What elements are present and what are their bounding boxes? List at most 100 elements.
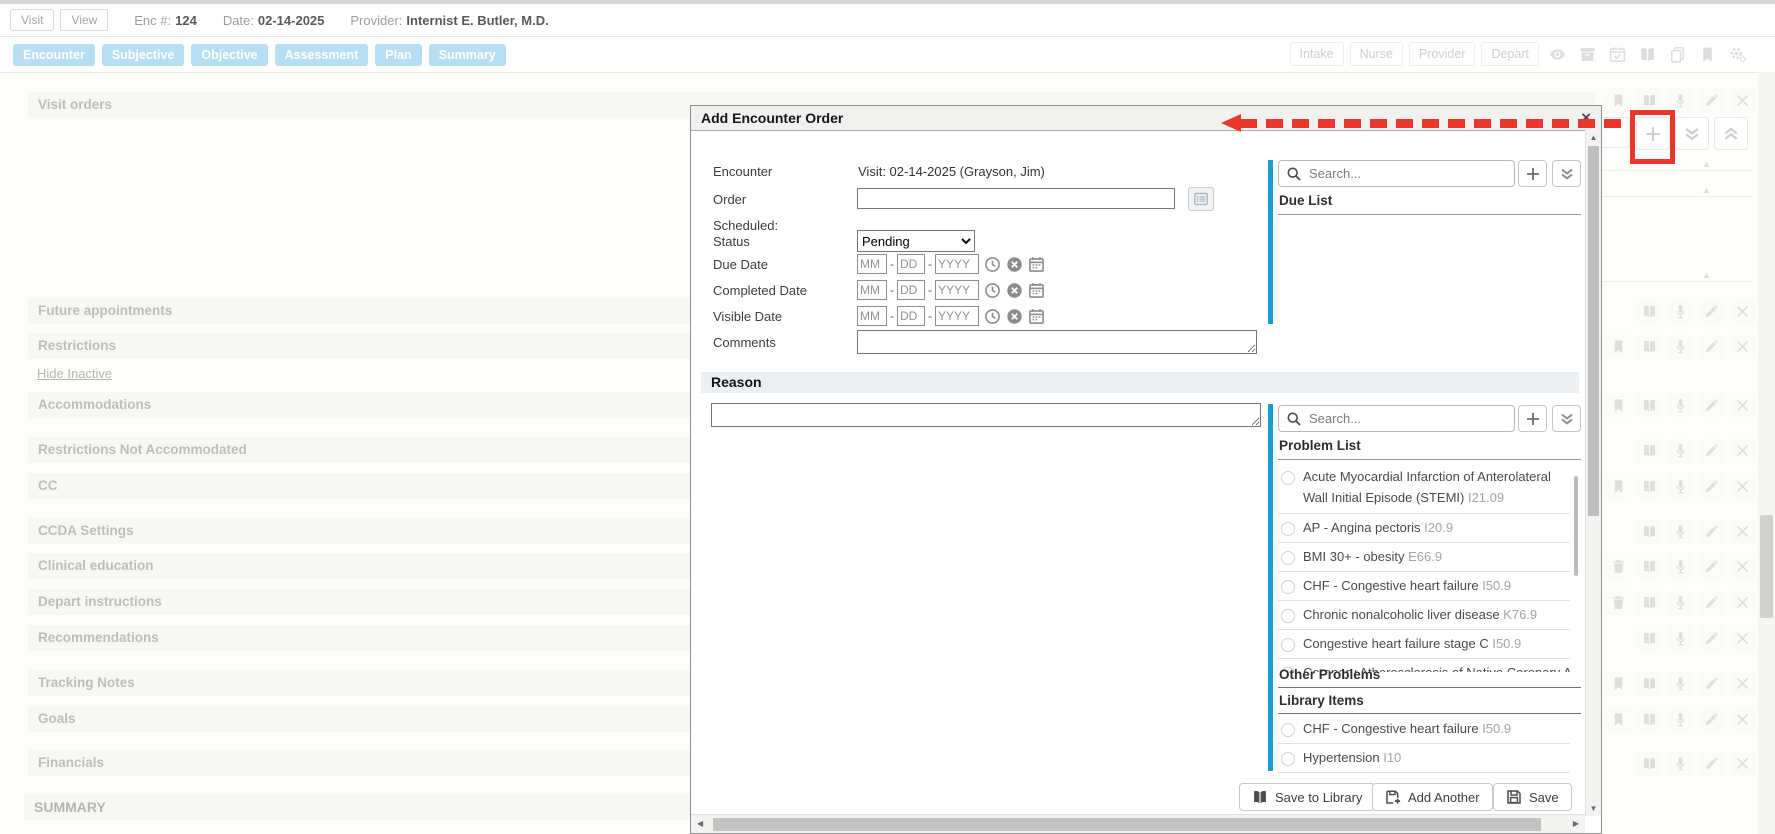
book-icon[interactable]	[1637, 438, 1662, 463]
x-icon[interactable]	[1730, 393, 1755, 418]
book-icon[interactable]	[1637, 751, 1662, 776]
problem-add-button[interactable]	[1518, 405, 1547, 432]
pencil-icon[interactable]	[1699, 707, 1724, 732]
pencil-icon[interactable]	[1699, 438, 1724, 463]
save-to-library-button[interactable]: Save to Library	[1239, 783, 1375, 811]
calendar-icon[interactable]	[1028, 282, 1045, 299]
dialog-hscroll-thumb[interactable]	[713, 818, 1541, 831]
yyyy-input[interactable]	[935, 306, 979, 326]
trash-icon[interactable]	[1606, 590, 1631, 615]
mic-icon[interactable]	[1668, 671, 1693, 696]
bookmark-icon[interactable]	[1606, 88, 1631, 113]
collapse-icon[interactable]: ▲	[1702, 185, 1711, 195]
page-scrollbar[interactable]	[1758, 72, 1775, 834]
radio-icon[interactable]	[1281, 551, 1295, 565]
copy-icon[interactable]	[1665, 42, 1689, 66]
dialog-vertical-scrollbar[interactable]: ▲ ▼	[1585, 130, 1601, 816]
mic-icon[interactable]	[1668, 707, 1693, 732]
collapse-icon[interactable]: ▲	[1702, 270, 1711, 280]
radio-icon[interactable]	[1281, 723, 1295, 737]
pencil-icon[interactable]	[1699, 626, 1724, 651]
stage-tab-provider[interactable]: Provider	[1409, 42, 1476, 66]
x-icon[interactable]	[1730, 88, 1755, 113]
scroll-down-icon[interactable]: ▼	[1586, 804, 1601, 813]
collapse-icon[interactable]: ▲	[1702, 159, 1711, 169]
book-icon[interactable]	[1637, 334, 1662, 359]
mic-icon[interactable]	[1668, 393, 1693, 418]
pencil-icon[interactable]	[1699, 299, 1724, 324]
tab-assessment[interactable]: Assessment	[275, 44, 369, 66]
bookmark-icon[interactable]	[1606, 334, 1631, 359]
x-icon[interactable]	[1730, 334, 1755, 359]
dialog-vscroll-thumb[interactable]	[1588, 146, 1599, 516]
book-icon[interactable]	[1637, 707, 1662, 732]
save-button[interactable]: Save	[1493, 783, 1572, 811]
mm-input[interactable]	[857, 280, 887, 300]
stage-tab-depart[interactable]: Depart	[1481, 42, 1539, 66]
radio-icon[interactable]	[1281, 471, 1295, 485]
problem-item[interactable]: Chronic nonalcoholic liver disease K76.9	[1278, 601, 1570, 630]
trash-icon[interactable]	[1606, 554, 1631, 579]
calendar-icon[interactable]	[1028, 308, 1045, 325]
bookmark-icon[interactable]	[1606, 671, 1631, 696]
problem-item[interactable]: Hypertension I10	[1278, 744, 1570, 773]
pencil-icon[interactable]	[1699, 334, 1724, 359]
problem-item[interactable]: CHF - Congestive heart failure I50.9	[1278, 572, 1570, 601]
x-icon[interactable]	[1730, 554, 1755, 579]
book-icon[interactable]	[1637, 519, 1662, 544]
book-icon[interactable]	[1637, 299, 1662, 324]
book-icon[interactable]	[1637, 474, 1662, 499]
chevrons-down-button[interactable]	[1675, 117, 1709, 150]
mic-icon[interactable]	[1668, 334, 1693, 359]
mic-icon[interactable]	[1668, 474, 1693, 499]
dialog-horizontal-scrollbar[interactable]: ◀ ▶	[691, 814, 1585, 833]
reason-textarea[interactable]	[711, 403, 1261, 427]
x-icon[interactable]	[1730, 590, 1755, 615]
radio-icon[interactable]	[1281, 609, 1295, 623]
scroll-up-icon[interactable]: ▲	[1586, 133, 1601, 142]
x-icon[interactable]	[1730, 299, 1755, 324]
tab-summary[interactable]: Summary	[429, 44, 506, 66]
calendar-check-icon[interactable]	[1605, 42, 1629, 66]
mic-icon[interactable]	[1668, 626, 1693, 651]
gears-icon[interactable]	[1725, 42, 1749, 66]
x-icon[interactable]	[1730, 626, 1755, 651]
add-another-button[interactable]: Add Another	[1372, 783, 1493, 811]
tab-encounter[interactable]: Encounter	[13, 44, 95, 66]
pencil-icon[interactable]	[1699, 519, 1724, 544]
clock-icon[interactable]	[984, 256, 1001, 273]
bookmark-icon[interactable]	[1606, 707, 1631, 732]
yyyy-input[interactable]	[935, 280, 979, 300]
due-expand-button[interactable]	[1552, 160, 1581, 187]
dd-input[interactable]	[897, 254, 925, 274]
order-lookup-button[interactable]	[1188, 187, 1214, 211]
visit-button[interactable]: Visit	[10, 9, 54, 31]
pencil-icon[interactable]	[1699, 474, 1724, 499]
x-icon[interactable]	[1730, 474, 1755, 499]
pencil-icon[interactable]	[1699, 671, 1724, 696]
problem-item[interactable]: CHF - Congestive heart failure I50.9	[1278, 715, 1570, 744]
clock-icon[interactable]	[984, 282, 1001, 299]
pencil-icon[interactable]	[1699, 554, 1724, 579]
pencil-icon[interactable]	[1699, 88, 1724, 113]
x-circle-icon[interactable]	[1006, 256, 1023, 273]
scroll-right-icon[interactable]: ▶	[1573, 815, 1579, 833]
mic-icon[interactable]	[1668, 519, 1693, 544]
bookmark-icon[interactable]	[1606, 474, 1631, 499]
eye-icon[interactable]	[1545, 42, 1569, 66]
calendar-icon[interactable]	[1028, 256, 1045, 273]
book-icon[interactable]	[1635, 42, 1659, 66]
radio-icon[interactable]	[1281, 752, 1295, 766]
bookmark-icon[interactable]	[1606, 393, 1631, 418]
pencil-icon[interactable]	[1699, 590, 1724, 615]
page-scrollbar-thumb[interactable]	[1760, 515, 1773, 618]
problem-item[interactable]: AP - Angina pectoris I20.9	[1278, 514, 1570, 543]
stage-tab-intake[interactable]: Intake	[1290, 42, 1344, 66]
mic-icon[interactable]	[1668, 590, 1693, 615]
due-search-input[interactable]	[1307, 165, 1514, 182]
problem-search-input[interactable]	[1307, 410, 1514, 427]
x-circle-icon[interactable]	[1006, 282, 1023, 299]
chevrons-up-button[interactable]	[1714, 117, 1748, 150]
hide-inactive-link[interactable]: Hide Inactive	[37, 366, 112, 381]
mic-icon[interactable]	[1668, 299, 1693, 324]
